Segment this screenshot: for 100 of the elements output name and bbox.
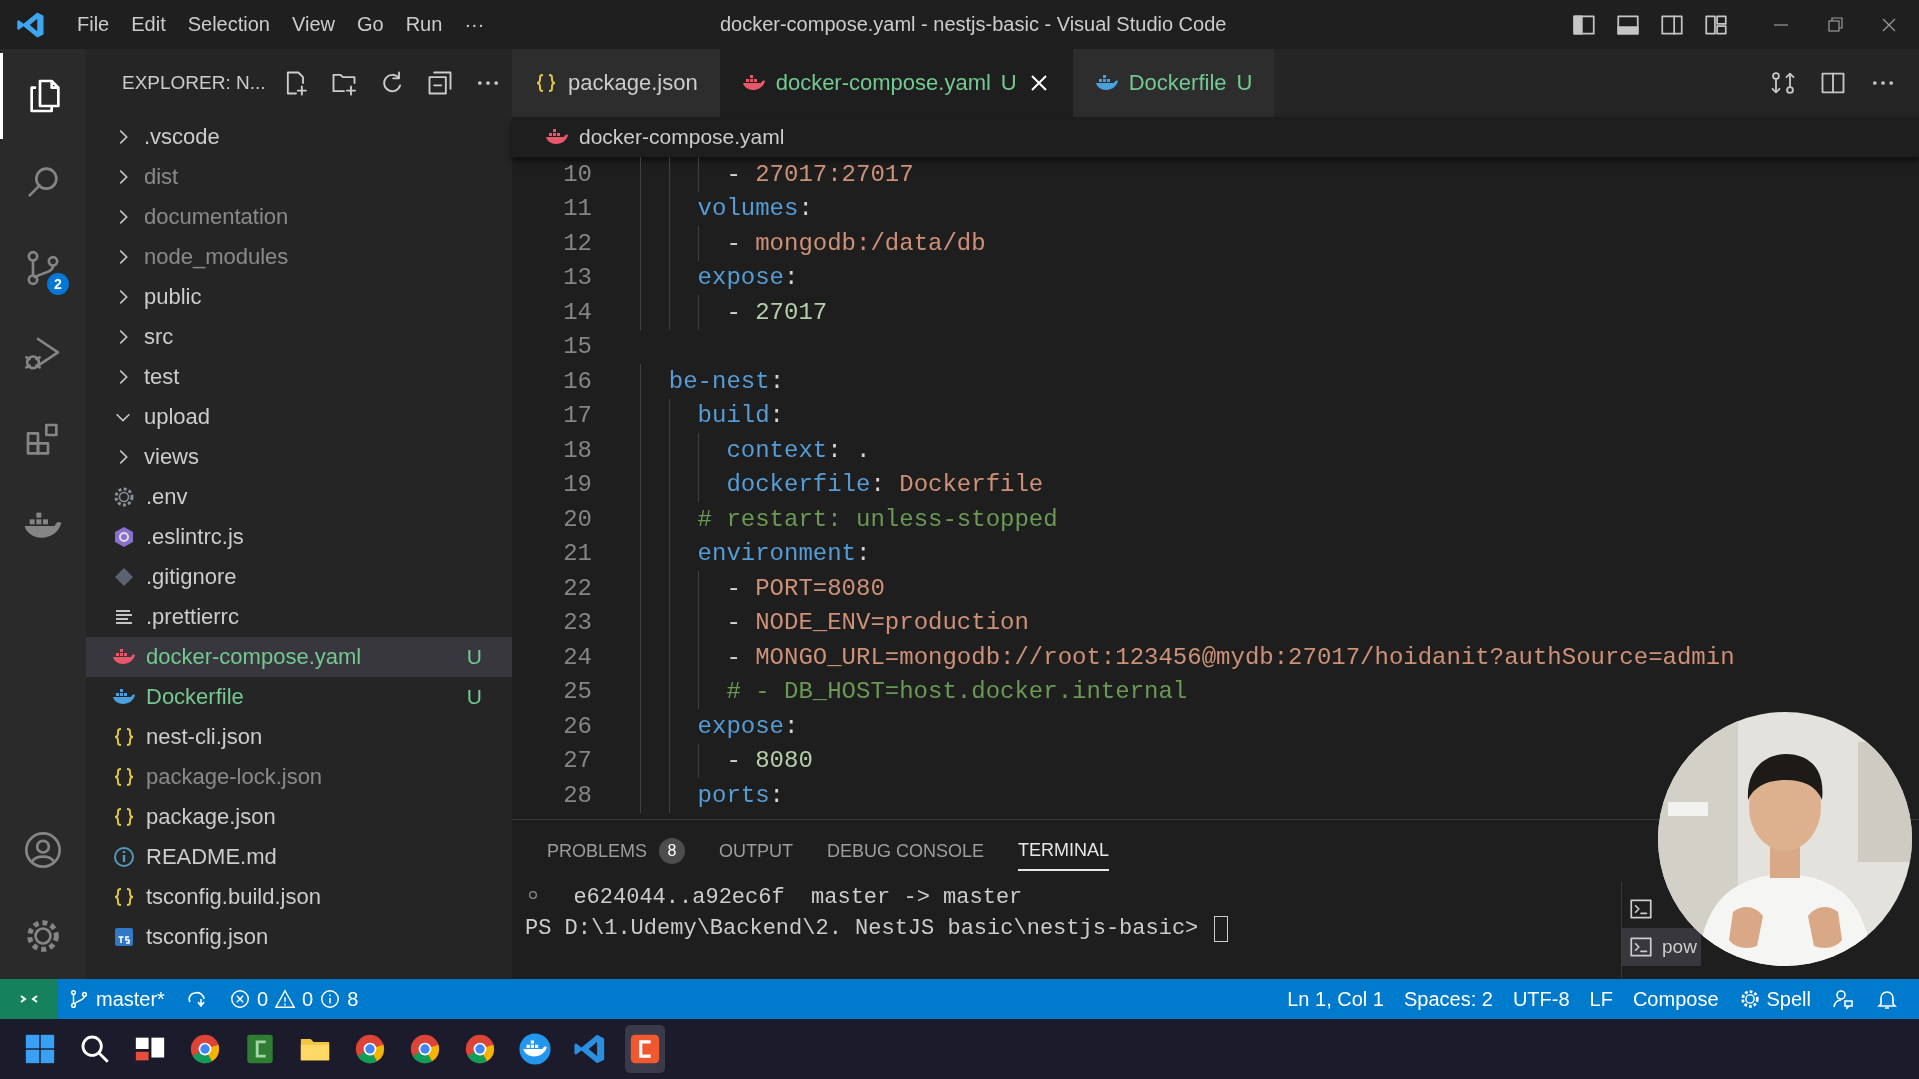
panel-tab[interactable]: OUTPUT — [719, 831, 794, 871]
account-icon[interactable] — [23, 830, 63, 870]
menu-item[interactable]: Edit — [120, 13, 177, 36]
branch-icon — [68, 988, 90, 1010]
git-status: U — [1236, 70, 1253, 96]
browser-icon[interactable] — [353, 1032, 387, 1066]
window-title: docker-compose.yaml - nestjs-basic - Visual Studio Code — [718, 13, 1228, 36]
line-number: 21 — [562, 540, 592, 568]
code-line: - mongodb:/data/db — [726, 229, 986, 257]
count-badge: 8 — [659, 838, 686, 864]
tree-item[interactable]: .gitignore — [86, 557, 512, 597]
line-number: 27 — [562, 747, 592, 775]
tree-item[interactable]: README.md — [86, 837, 512, 877]
code-line: ports: — [697, 781, 784, 809]
code-editor-icon[interactable] — [573, 1032, 607, 1066]
tree-item[interactable]: .vscode — [86, 117, 512, 157]
breadcrumb-item[interactable]: docker-compose.yaml — [579, 125, 785, 149]
code-line: - MONGO_URL=mongodb://root:123456@mydb:27017/hoidanit?authSource=admin — [726, 643, 1735, 671]
terminal-session[interactable]: pow — [1622, 928, 1701, 966]
line-number: 26 — [562, 712, 592, 740]
code-line: # - DB_HOST=host.docker.internal — [726, 678, 1188, 706]
tree-item[interactable]: tsconfig.json — [86, 917, 512, 957]
menu-item[interactable]: ··· — [453, 13, 496, 36]
code-line: expose: — [697, 264, 799, 292]
whale-icon[interactable] — [518, 1032, 552, 1066]
status-item[interactable]: LF — [1579, 987, 1623, 1011]
panel-tab[interactable]: DEBUG CONSOLE — [827, 831, 985, 871]
error-icon — [228, 988, 251, 1010]
code-line: # restart: unless-stopped — [697, 505, 1058, 533]
tree-item[interactable]: .prettierrc — [86, 597, 512, 637]
app-icon[interactable] — [628, 1032, 662, 1066]
terminal-icon — [1628, 896, 1654, 922]
status-item[interactable]: Compose — [1622, 987, 1729, 1011]
tree-item[interactable]: upload — [86, 397, 512, 437]
tree-item[interactable]: documentation — [86, 197, 512, 237]
text-cursor — [1213, 915, 1228, 942]
code-line: - NODE_ENV=production — [726, 609, 1029, 637]
tree-item[interactable]: views — [86, 437, 512, 477]
code-line: dockerfile: Dockerfile — [726, 471, 1044, 499]
panel-tab[interactable]: TERMINAL — [1018, 831, 1110, 871]
tree-item[interactable]: node_modules — [86, 237, 512, 277]
braces-icon — [112, 765, 136, 789]
menu-item[interactable]: View — [281, 13, 346, 36]
panel-tab[interactable]: PROBLEMS 8 — [547, 831, 686, 871]
git-status: U — [466, 685, 482, 709]
braces-icon — [112, 805, 136, 829]
status-item[interactable]: Spaces: 2 — [1393, 987, 1503, 1011]
explorer-title: EXPLORER: N... — [122, 72, 262, 94]
menu-item[interactable]: Run — [394, 13, 454, 36]
editor-tab[interactable]: docker-compose.yaml U — [719, 49, 1073, 117]
tree-item[interactable]: package-lock.json — [86, 757, 512, 797]
menu-item[interactable]: File — [66, 13, 121, 36]
line-number: 11 — [562, 195, 592, 223]
code-line: build: — [697, 402, 784, 430]
menu-item[interactable]: Go — [346, 13, 395, 36]
compare-changes-icon[interactable] — [1769, 69, 1797, 97]
tree-item[interactable]: package.json — [86, 797, 512, 837]
editor-tab[interactable]: Dockerfile U — [1072, 49, 1275, 117]
spell-button[interactable]: Spell — [1728, 987, 1821, 1011]
code-line: - 27017:27017 — [726, 160, 914, 188]
tree-item[interactable]: docker-compose.yaml U — [86, 637, 512, 677]
terminal-icon — [1628, 934, 1654, 960]
line-number: 20 — [562, 505, 592, 533]
browser-icon[interactable] — [408, 1032, 442, 1066]
braces-icon — [112, 885, 136, 909]
windows-icon[interactable] — [23, 1032, 57, 1066]
tree-item[interactable]: nest-cli.json — [86, 717, 512, 757]
browser-icon[interactable] — [463, 1032, 497, 1066]
code-line: expose: — [697, 712, 799, 740]
tree-item[interactable]: dist — [86, 157, 512, 197]
code-line: - 8080 — [726, 747, 813, 775]
line-number: 16 — [562, 367, 592, 395]
tree-item[interactable]: src — [86, 317, 512, 357]
line-number: 15 — [562, 333, 592, 361]
tree-item[interactable]: .env — [86, 477, 512, 517]
code-line: environment: — [697, 540, 871, 568]
editor-tab[interactable]: package.json — [512, 49, 720, 117]
code-line: volumes: — [697, 195, 813, 223]
tree-item[interactable]: Dockerfile U — [86, 677, 512, 717]
collapse-icon[interactable] — [426, 69, 454, 97]
problems-button[interactable]: 0 0 8 — [218, 987, 369, 1011]
status-item[interactable]: Ln 1, Col 1 — [1277, 987, 1394, 1011]
line-number: 19 — [562, 471, 592, 499]
menu-item[interactable]: Selection — [176, 13, 281, 36]
tree-item[interactable]: test — [86, 357, 512, 397]
branch-button[interactable]: master* — [58, 987, 175, 1011]
code-line: context: . — [726, 436, 871, 464]
browser-icon[interactable] — [188, 1032, 222, 1066]
tree-item[interactable]: .eslintrc.js — [86, 517, 512, 557]
line-number: 12 — [562, 229, 592, 257]
braces-icon — [534, 71, 558, 95]
tree-item[interactable]: public — [86, 277, 512, 317]
feedback-icon[interactable] — [1831, 987, 1855, 1011]
status-item[interactable]: UTF-8 — [1502, 987, 1580, 1011]
code-line: be-nest: — [668, 367, 785, 395]
gear-icon — [112, 485, 136, 509]
info-count: 8 — [347, 987, 359, 1011]
terminal-line: PS D:\1.Udemy\Backend\2. NestJS basic\nestjs-basic> — [525, 916, 1200, 941]
tree-item[interactable]: tsconfig.build.json — [86, 877, 512, 917]
count-badge: 2 — [47, 273, 69, 295]
